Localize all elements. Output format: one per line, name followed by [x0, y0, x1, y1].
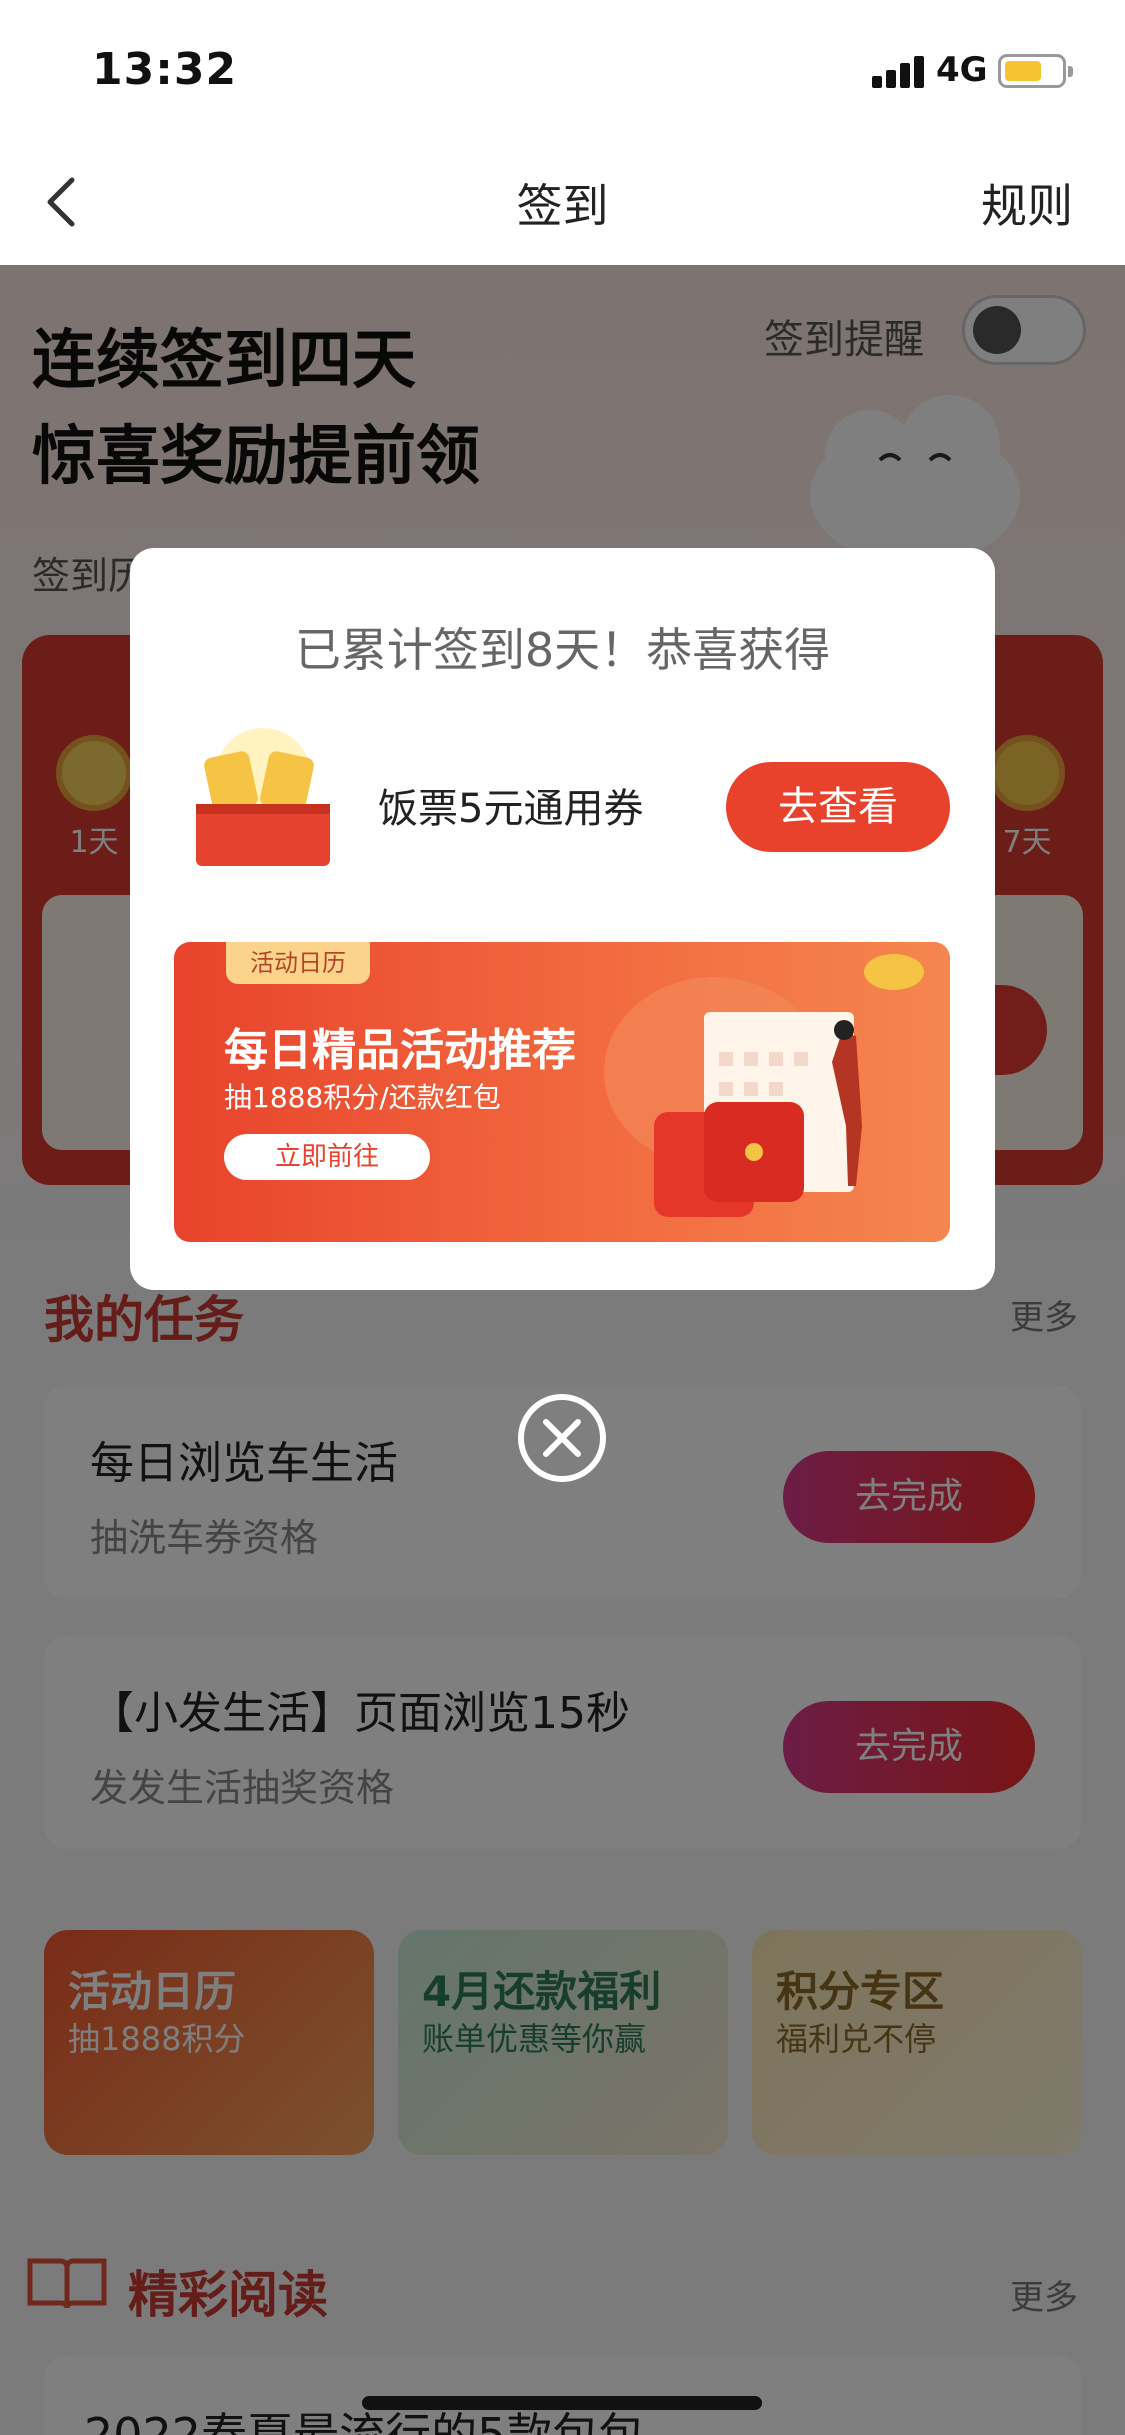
coupon-name: 饭票5元通用券 [378, 786, 644, 832]
go-now-button[interactable]: 立即前往 [224, 1134, 430, 1180]
reward-modal: 已累计签到8天！恭喜获得 饭票5元通用券 去查看 活动日历 每日精品活动推荐 抽… [130, 548, 995, 1290]
banner-tag: 活动日历 [226, 942, 370, 984]
view-coupon-button[interactable]: 去查看 [726, 762, 950, 852]
nav-bar: 签到 规则 [0, 140, 1125, 265]
status-time: 13:32 [92, 44, 238, 95]
banner-title: 每日精品活动推荐 [224, 1025, 576, 1076]
activity-banner[interactable]: 活动日历 每日精品活动推荐 抽1888积分/还款红包 立即前往 [174, 942, 950, 1242]
banner-subtitle: 抽1888积分/还款红包 [224, 1081, 501, 1114]
close-icon[interactable] [516, 1392, 608, 1484]
home-indicator [362, 2396, 762, 2410]
calendar-illustration-icon [604, 954, 924, 1217]
status-bar: 13:32 4G [0, 0, 1125, 140]
modal-title: 已累计签到8天！恭喜获得 [294, 623, 831, 677]
coupon-gift-box-icon [196, 728, 330, 866]
signal-icon [872, 56, 928, 88]
battery-icon [998, 54, 1073, 88]
rules-link[interactable]: 规则 [981, 170, 1073, 236]
page-title: 签到 [516, 179, 609, 233]
network-type: 4G [936, 50, 988, 90]
